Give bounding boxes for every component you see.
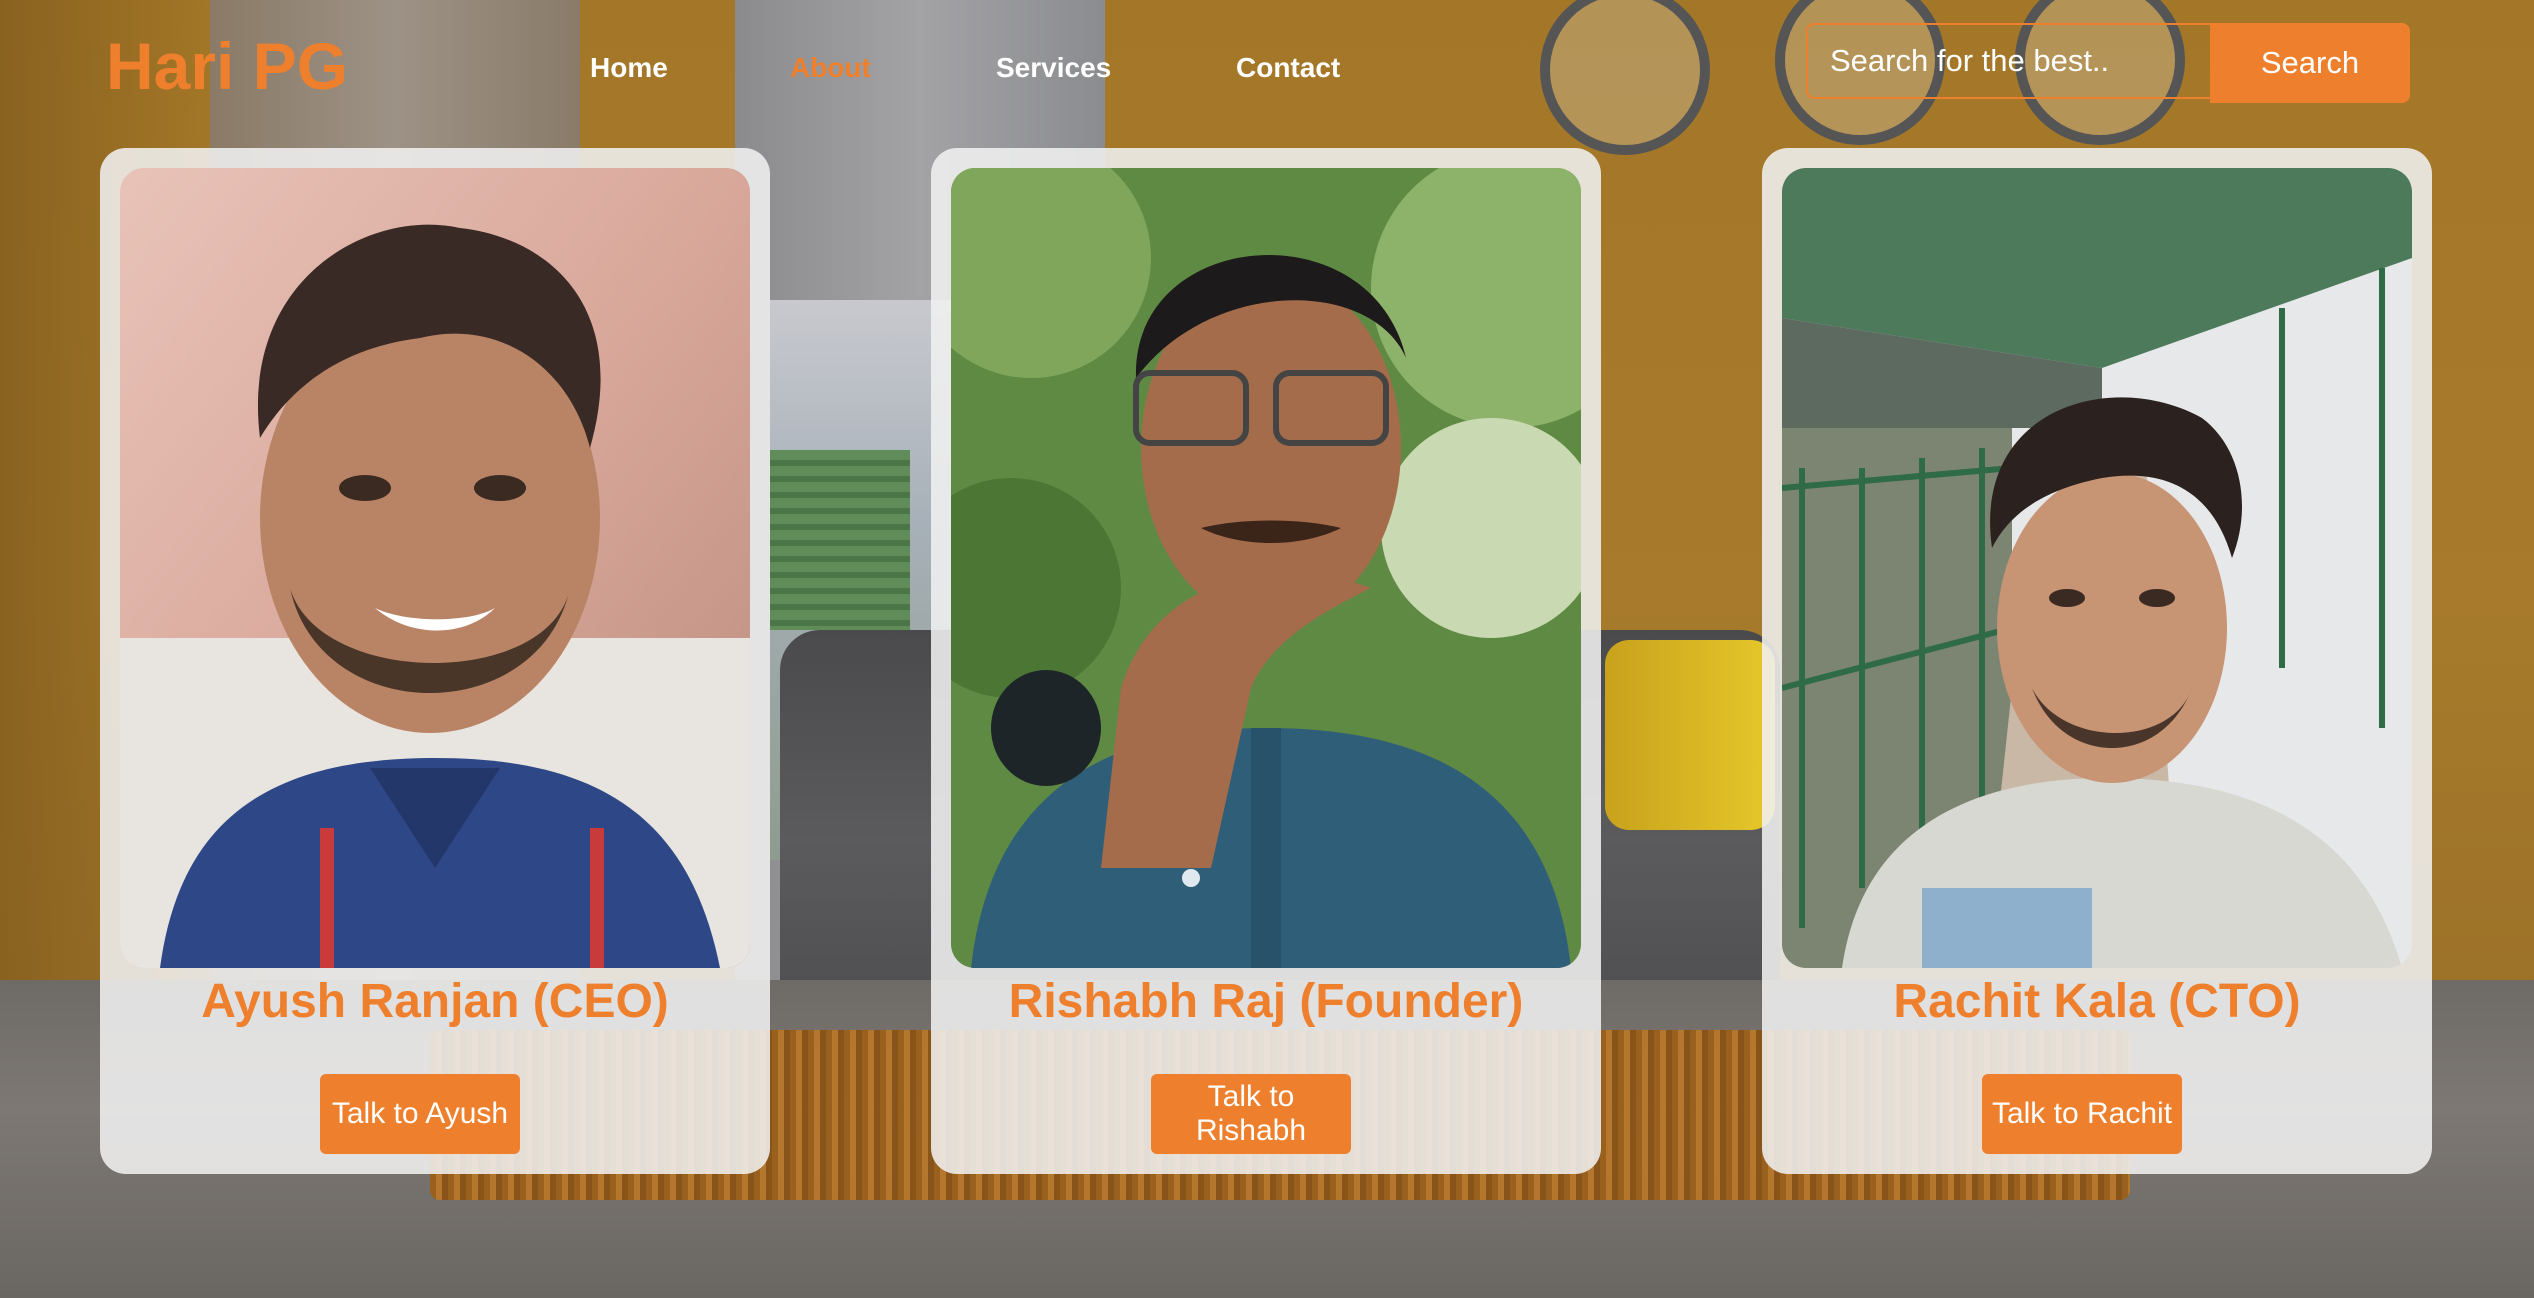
nav-item-services[interactable]: Services bbox=[996, 52, 1111, 84]
team-member-name: Rishabh Raj (Founder) bbox=[1008, 975, 1524, 1028]
search-input[interactable] bbox=[1806, 23, 2210, 99]
background-doorway-panel bbox=[770, 450, 910, 630]
team-member-name: Rachit Kala (CTO) bbox=[1893, 975, 2301, 1028]
talk-to-rishabh-button[interactable]: Talk to Rishabh bbox=[1151, 1074, 1351, 1154]
search-button[interactable]: Search bbox=[2210, 23, 2410, 103]
search-bar: Search bbox=[1806, 23, 2410, 103]
nav-item-about[interactable]: About bbox=[790, 52, 871, 84]
team-card-rachit: Rachit Kala (CTO) Talk to Rachit bbox=[1762, 148, 2432, 1174]
person-photo bbox=[951, 168, 1581, 968]
team-card-rishabh: Rishabh Raj (Founder) Talk to Rishabh bbox=[931, 148, 1601, 1174]
person-photo bbox=[120, 168, 750, 968]
team-card-ayush: Ayush Ranjan (CEO) Talk to Ayush bbox=[100, 148, 770, 1174]
talk-to-rachit-button[interactable]: Talk to Rachit bbox=[1982, 1074, 2182, 1154]
team-member-name: Ayush Ranjan (CEO) bbox=[201, 975, 669, 1028]
site-logo[interactable]: Hari PG bbox=[106, 28, 348, 104]
talk-to-ayush-button[interactable]: Talk to Ayush bbox=[320, 1074, 520, 1154]
nav-item-contact[interactable]: Contact bbox=[1236, 52, 1340, 84]
nav-item-home[interactable]: Home bbox=[590, 52, 668, 84]
background-pillow bbox=[1605, 640, 1775, 830]
person-photo bbox=[1782, 168, 2412, 968]
site-header: Hari PG Home About Services Contact Sear… bbox=[0, 0, 2534, 140]
